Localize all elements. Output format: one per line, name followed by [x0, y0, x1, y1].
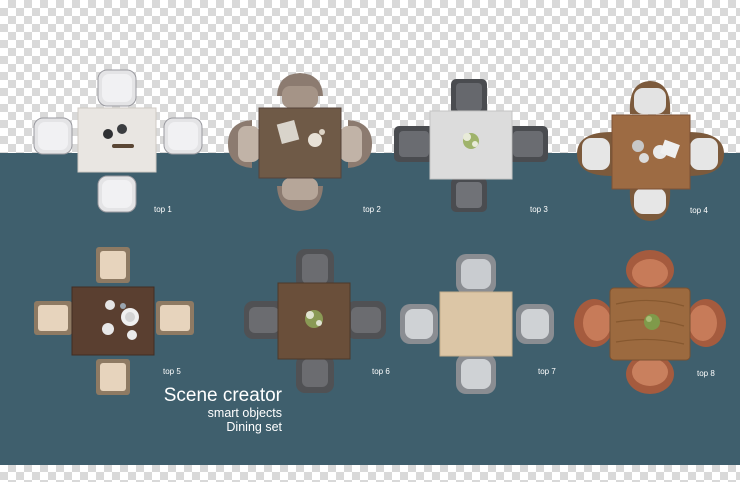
chair-bottom	[629, 188, 671, 221]
dining-set-top-2	[228, 73, 372, 211]
chair-right	[156, 301, 194, 335]
caption-set-name: Dining set	[226, 420, 282, 434]
set-label-top-7: top 7	[538, 367, 556, 376]
table-top	[77, 107, 157, 173]
table-top	[258, 107, 342, 179]
set-label-top-2: top 2	[363, 205, 381, 214]
chair-bottom	[456, 354, 496, 394]
dining-set-top-7	[400, 254, 554, 394]
dining-set-top-4	[577, 81, 724, 221]
dining-set-top-6	[244, 249, 386, 393]
set-label-top-4: top 4	[690, 206, 708, 215]
chair-top	[629, 81, 671, 114]
chair-bottom	[96, 359, 130, 395]
chair-top	[456, 254, 496, 294]
chair-left	[574, 299, 614, 347]
dining-set-top-3	[394, 79, 548, 212]
caption-subtitle: smart objects	[207, 406, 282, 420]
chair-left	[228, 120, 260, 168]
chair-top	[451, 79, 487, 115]
dining-set-top-5	[34, 247, 194, 395]
table-top	[71, 286, 155, 356]
chair-right	[508, 126, 548, 162]
caption-title: Scene creator	[163, 385, 282, 406]
set-label-top-5: top 5	[163, 367, 181, 376]
chair-right	[163, 117, 203, 155]
chair-right	[516, 304, 554, 344]
chair-top	[277, 73, 323, 108]
chair-left	[400, 304, 438, 344]
set-label-top-1: top 1	[154, 205, 172, 214]
chair-right	[340, 120, 372, 168]
chair-bottom	[277, 178, 323, 211]
chair-top	[96, 247, 130, 283]
chair-bottom	[97, 175, 137, 213]
set-label-top-8: top 8	[697, 369, 715, 378]
chair-bottom	[296, 355, 334, 393]
chair-left	[33, 117, 73, 155]
chair-left	[34, 301, 72, 335]
set-label-top-3: top 3	[530, 205, 548, 214]
set-label-top-6: top 6	[372, 367, 390, 376]
chair-left	[394, 126, 434, 162]
table-top	[439, 291, 513, 357]
chair-top	[626, 250, 674, 290]
chair-right	[346, 301, 386, 339]
scene-caption: Scene creator smart objects Dining set	[160, 385, 282, 435]
chair-right	[686, 299, 726, 347]
chair-top	[97, 69, 137, 107]
chair-right	[688, 132, 724, 176]
table-top	[611, 114, 691, 190]
dining-set-top-1	[33, 69, 203, 213]
chair-bottom	[451, 178, 487, 212]
chair-left	[577, 132, 612, 176]
